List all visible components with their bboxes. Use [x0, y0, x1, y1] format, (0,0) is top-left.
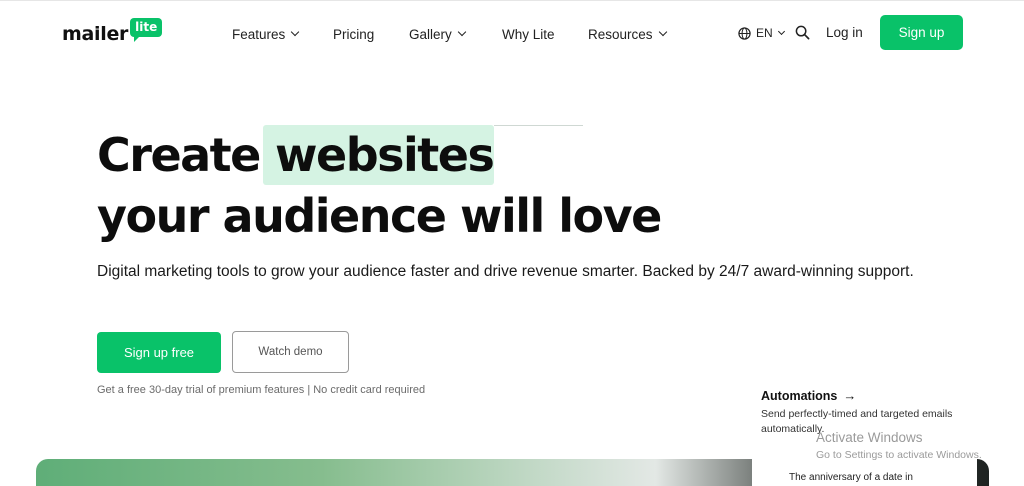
nav-gallery-label: Gallery [409, 26, 452, 42]
signup-free-button[interactable]: Sign up free [97, 332, 221, 373]
windows-watermark-subtitle: Go to Settings to activate Windows. [816, 449, 982, 461]
logo-badge: lite [130, 18, 163, 42]
chevron-down-icon [658, 27, 667, 37]
arrow-right-icon: → [843, 388, 857, 403]
preview-card-text: The anniversary of a date in [789, 472, 913, 483]
highlight-divider [494, 125, 583, 126]
nav-pricing-label: Pricing [333, 26, 375, 42]
headline-word-websites: websites [275, 128, 495, 182]
nav-resources-label: Resources [588, 26, 653, 42]
login-link[interactable]: Log in [826, 25, 863, 40]
nav-features-label: Features [232, 26, 286, 42]
signup-button[interactable]: Sign up [880, 15, 963, 50]
watch-demo-button[interactable]: Watch demo [232, 331, 349, 373]
language-selector[interactable]: EN [738, 26, 785, 40]
trial-note: Get a free 30-day trial of premium featu… [97, 384, 426, 396]
globe-icon [738, 26, 751, 40]
nav-pricing[interactable]: Pricing [333, 27, 374, 42]
hero-subtitle: Digital marketing tools to grow your aud… [97, 263, 914, 280]
windows-watermark-title: Activate Windows [816, 430, 923, 445]
mailerlite-logo[interactable]: mailer lite [62, 18, 163, 45]
nav-why-lite-label: Why Lite [502, 26, 555, 42]
nav-gallery[interactable]: Gallery [409, 26, 467, 42]
nav-resources[interactable]: Resources [588, 26, 667, 42]
chevron-down-icon [457, 27, 467, 37]
headline-line2: your audience will love [97, 189, 662, 243]
chevron-down-icon [291, 27, 300, 37]
chevron-down-icon [777, 27, 785, 35]
automations-link[interactable]: Automations → [761, 388, 856, 403]
language-label: EN [756, 26, 773, 40]
page: mailer lite Features Pricing Gallery Why… [0, 0, 1024, 486]
nav-features[interactable]: Features [232, 26, 300, 42]
automations-title: Automations [761, 388, 838, 403]
logo-wordmark: mailer [62, 23, 129, 45]
site-header: mailer lite Features Pricing Gallery Why… [0, 0, 1024, 64]
search-icon[interactable] [795, 25, 810, 40]
headline-word-create: Create [97, 128, 261, 182]
nav-why-lite[interactable]: Why Lite [502, 27, 555, 42]
